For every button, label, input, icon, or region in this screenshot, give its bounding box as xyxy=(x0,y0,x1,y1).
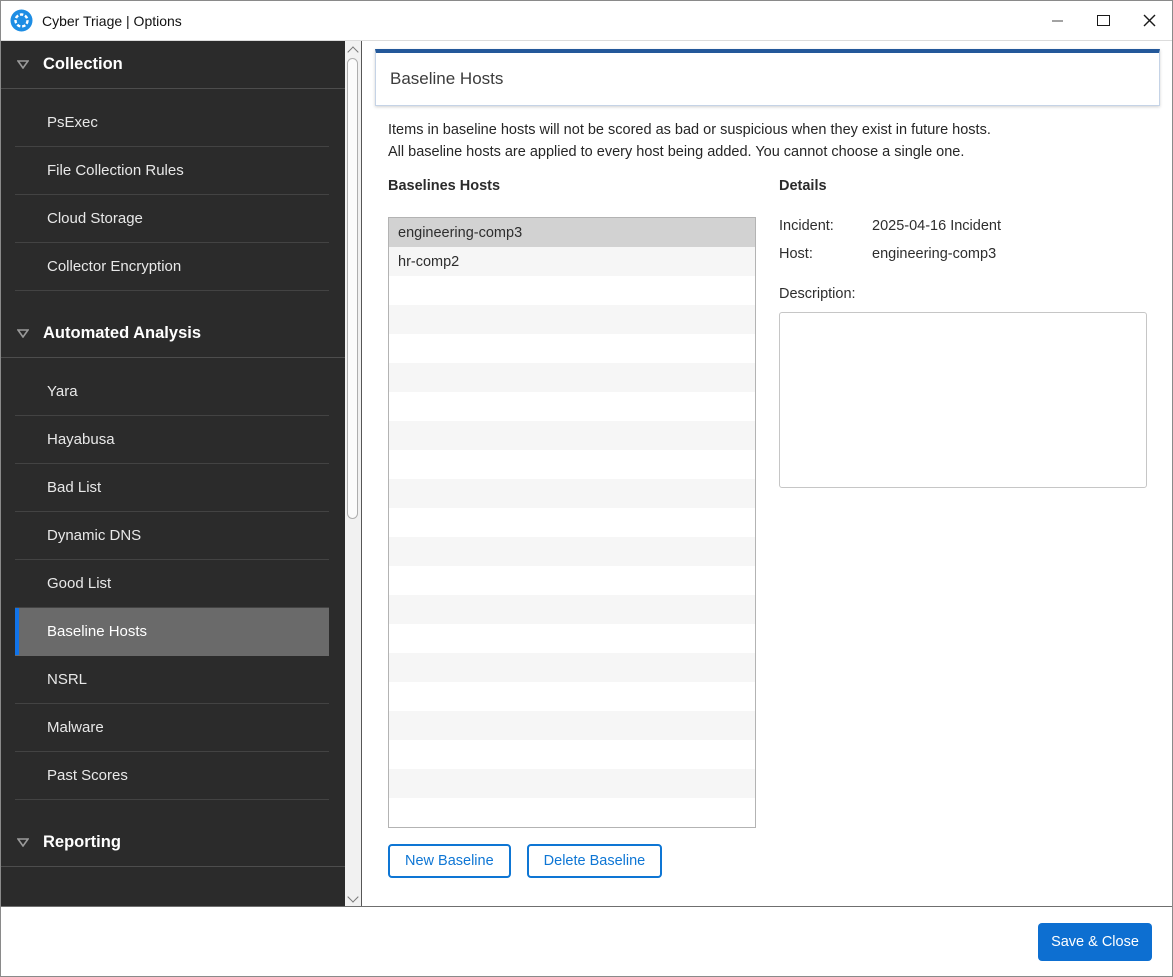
list-empty-row xyxy=(389,682,755,711)
list-empty-row xyxy=(389,479,755,508)
list-empty-row xyxy=(389,566,755,595)
list-item[interactable]: engineering-comp3 xyxy=(389,218,755,247)
close-button[interactable] xyxy=(1126,1,1172,40)
sidebar-item-past-scores[interactable]: Past Scores xyxy=(15,752,329,800)
list-empty-row xyxy=(389,798,755,827)
list-empty-row xyxy=(389,334,755,363)
list-empty-row xyxy=(389,653,755,682)
delete-baseline-button[interactable]: Delete Baseline xyxy=(527,844,663,878)
description-label: Description: xyxy=(779,286,1147,302)
list-empty-row xyxy=(389,624,755,653)
list-empty-row xyxy=(389,711,755,740)
list-empty-row xyxy=(389,740,755,769)
host-value: engineering-comp3 xyxy=(872,246,1147,262)
sidebar-item-hayabusa[interactable]: Hayabusa xyxy=(15,416,329,464)
chevron-down-icon xyxy=(17,329,29,338)
footer-bar: Save & Close xyxy=(1,906,1172,976)
list-empty-row xyxy=(389,276,755,305)
list-item[interactable]: hr-comp2 xyxy=(389,247,755,276)
minimize-button[interactable] xyxy=(1034,1,1080,40)
sidebar-item-collector-encryption[interactable]: Collector Encryption xyxy=(15,243,329,291)
section-label: Automated Analysis xyxy=(43,324,201,343)
list-empty-row xyxy=(389,305,755,334)
list-empty-row xyxy=(389,363,755,392)
baseline-hosts-panel: Baseline Hosts Items in baseline hosts w… xyxy=(362,41,1172,906)
description-input[interactable] xyxy=(779,312,1147,488)
baselines-hosts-column: Baselines Hosts engineering-comp3 hr-com… xyxy=(388,178,756,878)
description-line-1: Items in baseline hosts will not be scor… xyxy=(388,120,1172,142)
sidebar-item-nsrl[interactable]: NSRL xyxy=(15,656,329,704)
sidebar-scrollbar[interactable] xyxy=(345,41,362,906)
sidebar-item-psexec[interactable]: PsExec xyxy=(15,99,329,147)
window-body: Collection PsExec File Collection Rules … xyxy=(1,41,1172,906)
maximize-button[interactable] xyxy=(1080,1,1126,40)
title-bar: Cyber Triage | Options xyxy=(1,1,1172,41)
sidebar-item-file-collection-rules[interactable]: File Collection Rules xyxy=(15,147,329,195)
window-controls xyxy=(1034,1,1172,40)
list-empty-row xyxy=(389,537,755,566)
section-label: Reporting xyxy=(43,833,121,852)
section-header-reporting[interactable]: Reporting xyxy=(1,819,345,867)
close-icon xyxy=(1143,14,1156,27)
minimize-icon xyxy=(1052,20,1063,22)
chevron-down-icon xyxy=(17,838,29,847)
section-header-automated-analysis[interactable]: Automated Analysis xyxy=(1,310,345,358)
list-empty-row xyxy=(389,421,755,450)
scroll-up-icon[interactable] xyxy=(347,46,358,57)
options-window: Cyber Triage | Options xyxy=(0,0,1173,977)
sidebar-item-bad-list[interactable]: Bad List xyxy=(15,464,329,512)
baseline-hosts-list[interactable]: engineering-comp3 hr-comp2 xyxy=(388,217,756,828)
save-close-button[interactable]: Save & Close xyxy=(1038,923,1152,961)
chevron-down-icon xyxy=(17,60,29,69)
details-grid: Incident: 2025-04-16 Incident Host: engi… xyxy=(779,218,1147,262)
section-header-collection[interactable]: Collection xyxy=(1,41,345,89)
baselines-hosts-label: Baselines Hosts xyxy=(388,178,756,194)
scroll-down-icon[interactable] xyxy=(347,891,358,902)
list-empty-row xyxy=(389,508,755,537)
section-label: Collection xyxy=(43,55,123,74)
section-items: PsExec File Collection Rules Cloud Stora… xyxy=(1,89,345,291)
list-empty-row xyxy=(389,769,755,798)
incident-value: 2025-04-16 Incident xyxy=(872,218,1147,234)
description-line-2: All baseline hosts are applied to every … xyxy=(388,142,1172,164)
page-title: Baseline Hosts xyxy=(390,69,503,89)
sidebar-item-baseline-hosts[interactable]: Baseline Hosts xyxy=(15,608,329,656)
incident-label: Incident: xyxy=(779,218,872,234)
sidebar-item-yara[interactable]: Yara xyxy=(15,368,329,416)
section-items: Yara Hayabusa Bad List Dynamic DNS Good … xyxy=(1,358,345,800)
sidebar-item-good-list[interactable]: Good List xyxy=(15,560,329,608)
details-column: Details Incident: 2025-04-16 Incident Ho… xyxy=(779,178,1147,878)
new-baseline-button[interactable]: New Baseline xyxy=(388,844,511,878)
window-title: Cyber Triage | Options xyxy=(42,13,182,29)
details-label: Details xyxy=(779,178,1147,194)
page-title-card: Baseline Hosts xyxy=(375,49,1160,106)
list-empty-row xyxy=(389,450,755,479)
sidebar-item-malware[interactable]: Malware xyxy=(15,704,329,752)
list-empty-row xyxy=(389,392,755,421)
sidebar-item-dynamic-dns[interactable]: Dynamic DNS xyxy=(15,512,329,560)
list-empty-row xyxy=(389,595,755,624)
scrollbar-thumb[interactable] xyxy=(347,58,358,519)
navigation-sidebar: Collection PsExec File Collection Rules … xyxy=(1,41,345,906)
sidebar-item-cloud-storage[interactable]: Cloud Storage xyxy=(15,195,329,243)
section-reporting: Reporting xyxy=(1,819,345,867)
section-collection: Collection PsExec File Collection Rules … xyxy=(1,41,345,291)
cyber-triage-logo-icon xyxy=(10,9,33,32)
section-automated-analysis: Automated Analysis Yara Hayabusa Bad Lis… xyxy=(1,310,345,800)
page-description: Items in baseline hosts will not be scor… xyxy=(388,120,1172,163)
maximize-icon xyxy=(1097,15,1110,26)
host-label: Host: xyxy=(779,246,872,262)
